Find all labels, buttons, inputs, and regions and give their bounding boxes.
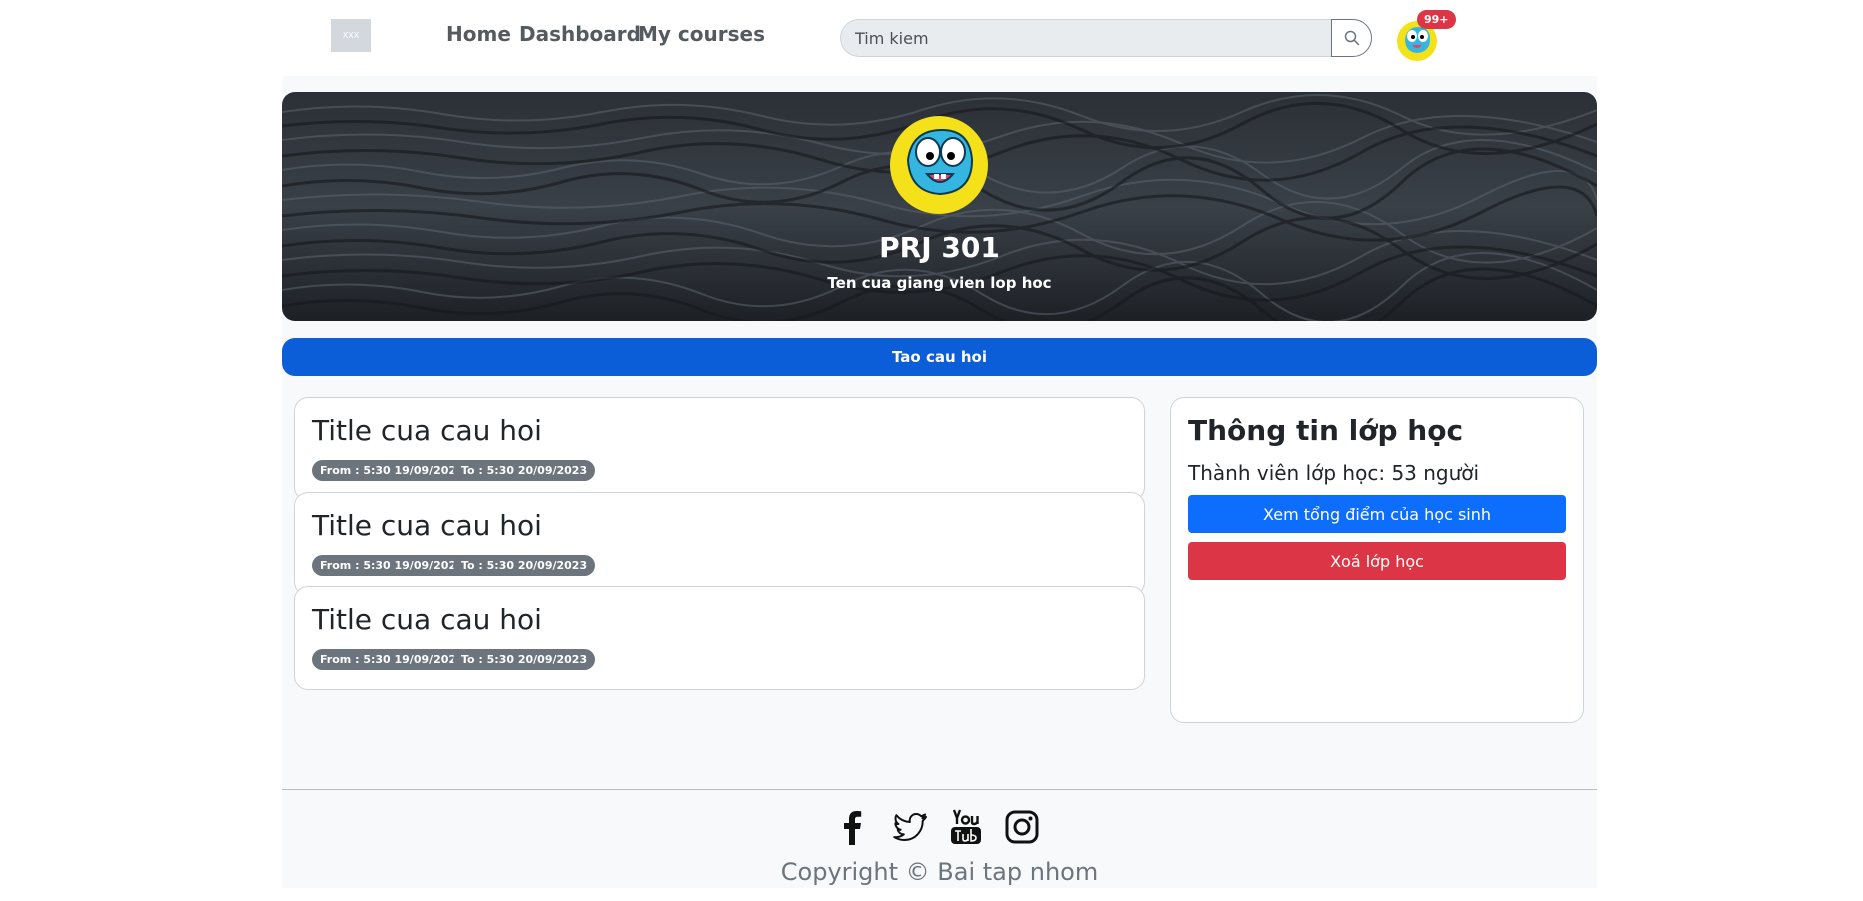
delete-class-button[interactable]: Xoá lớp học: [1188, 542, 1566, 580]
copyright-text: Copyright © Bai tap nhom: [780, 858, 1099, 886]
logo-text: XXX: [342, 31, 360, 40]
class-member-count: Thành viên lớp học: 53 người: [1188, 461, 1480, 485]
to-date-badge: To : 5:30 20/09/2023: [453, 555, 596, 576]
question-title: Title cua cau hoi: [312, 603, 542, 636]
main-container: PRJ 301 Ten cua giang vien lop hoc Tao c…: [282, 76, 1597, 888]
question-title: Title cua cau hoi: [312, 414, 542, 447]
question-card[interactable]: Title cua cau hoi From : 5:30 19/09/2023…: [294, 586, 1145, 690]
instagram-icon[interactable]: [1002, 807, 1042, 847]
search-input[interactable]: [840, 19, 1331, 57]
course-banner: PRJ 301 Ten cua giang vien lop hoc: [282, 92, 1597, 321]
search-button[interactable]: [1331, 19, 1372, 57]
nav-link-my-courses[interactable]: My courses: [638, 22, 765, 46]
from-date-badge: From : 5:30 19/09/2023: [312, 460, 472, 481]
course-code: PRJ 301: [879, 231, 1000, 264]
class-info-title: Thông tin lớp học: [1188, 414, 1464, 447]
twitter-icon[interactable]: [890, 807, 930, 847]
nav-link-home[interactable]: Home: [446, 22, 511, 46]
youtube-icon[interactable]: [946, 807, 986, 847]
top-navbar: XXX Home Dashboard My courses 99+: [0, 0, 1863, 74]
search-bar: [840, 19, 1372, 57]
to-date-badge: To : 5:30 20/09/2023: [453, 649, 596, 670]
question-card[interactable]: Title cua cau hoi From : 5:30 19/09/2023…: [294, 397, 1145, 501]
from-date-badge: From : 5:30 19/09/2023: [312, 555, 472, 576]
site-logo[interactable]: XXX: [331, 19, 371, 52]
to-date-badge: To : 5:30 20/09/2023: [453, 460, 596, 481]
facebook-icon[interactable]: [832, 807, 872, 847]
notification-badge[interactable]: 99+: [1417, 10, 1456, 29]
footer-divider: [282, 789, 1597, 790]
search-icon: [1344, 30, 1359, 46]
class-avatar: [890, 116, 988, 214]
view-scores-button[interactable]: Xem tổng điểm của học sinh: [1188, 495, 1566, 533]
question-title: Title cua cau hoi: [312, 509, 542, 542]
create-question-button[interactable]: Tao cau hoi: [282, 338, 1597, 376]
question-card[interactable]: Title cua cau hoi From : 5:30 19/09/2023…: [294, 492, 1145, 596]
nav-link-dashboard[interactable]: Dashboard: [519, 22, 641, 46]
class-info-card: Thông tin lớp học Thành viên lớp học: 53…: [1170, 397, 1584, 723]
from-date-badge: From : 5:30 19/09/2023: [312, 649, 472, 670]
teacher-name: Ten cua giang vien lop hoc: [827, 274, 1052, 292]
